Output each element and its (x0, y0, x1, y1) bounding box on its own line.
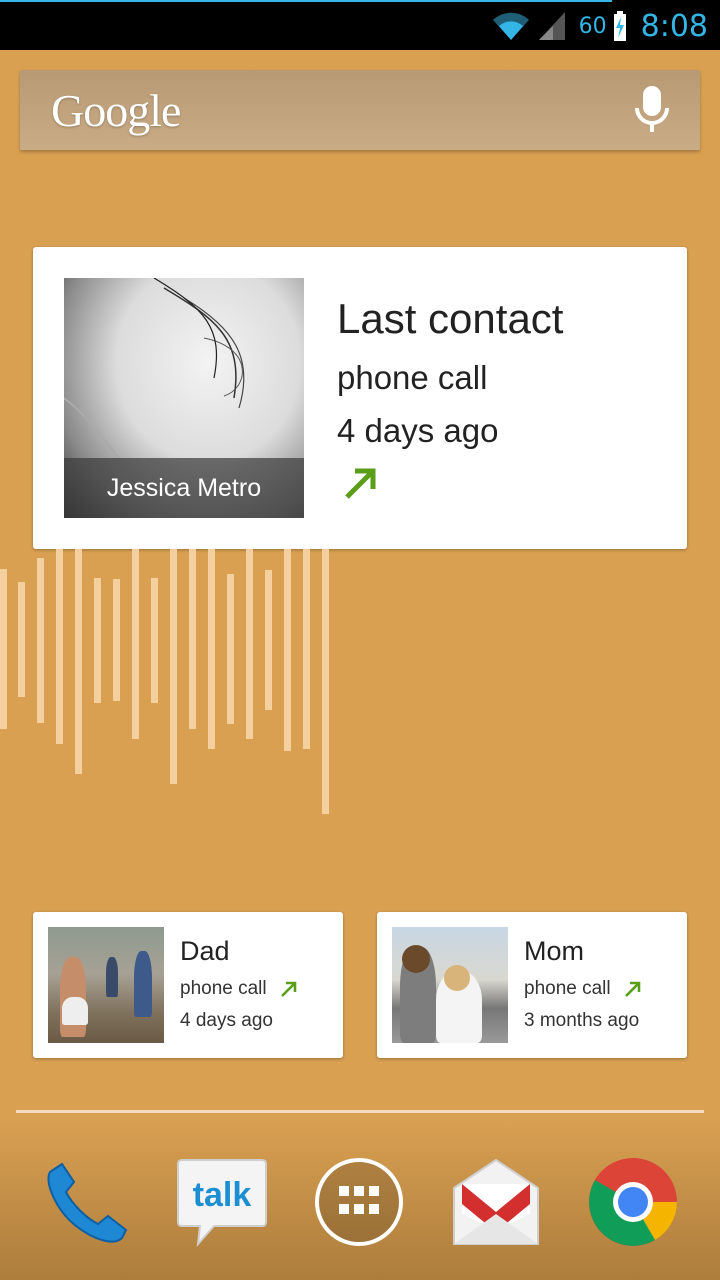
dock-divider (16, 1110, 704, 1113)
google-search-bar[interactable]: Google (20, 70, 700, 150)
photo-figure (402, 945, 430, 973)
clock: 8:08 (640, 8, 708, 44)
wallpaper-bar (113, 579, 120, 701)
talk-icon[interactable]: talk (174, 1154, 270, 1250)
contact-method: phone call (524, 978, 642, 1000)
wallpaper-bar (265, 570, 272, 710)
wallpaper-bar (75, 549, 82, 774)
wallpaper-bar (0, 569, 7, 729)
contact-method-text: phone call (180, 978, 267, 999)
wallpaper-bar (132, 549, 139, 739)
notification-indicator-line (0, 0, 612, 2)
gmail-icon[interactable] (448, 1154, 544, 1250)
contact-photo[interactable] (392, 927, 508, 1043)
talk-label: talk (193, 1176, 252, 1214)
mic-icon[interactable] (634, 86, 670, 134)
wallpaper-bar (94, 578, 101, 703)
wifi-icon (492, 12, 529, 40)
photo-figure (134, 951, 152, 1017)
wallpaper-bar (246, 549, 253, 739)
contact-name-overlay: Jessica Metro (64, 458, 304, 518)
contact-time: 4 days ago (337, 412, 499, 449)
wallpaper-bar (170, 549, 177, 784)
photo-figure (444, 965, 470, 991)
wallpaper-bar (18, 582, 25, 697)
contact-time: 4 days ago (180, 1010, 273, 1031)
outgoing-call-arrow-icon (624, 981, 641, 997)
outgoing-call-arrow-icon (345, 468, 376, 499)
wallpaper-bar (303, 549, 310, 749)
photo-figure (62, 997, 88, 1025)
last-contact-card[interactable]: Jessica Metro Last contact phone call 4 … (33, 247, 687, 549)
contact-method-text: phone call (524, 978, 611, 999)
wallpaper-bars (0, 549, 340, 819)
wallpaper-bar (284, 549, 291, 751)
status-bar: 60 8:08 (0, 0, 720, 50)
card-title: Last contact (337, 295, 564, 342)
contact-method: phone call (180, 978, 298, 1000)
chrome-icon[interactable] (585, 1154, 681, 1250)
google-logo: Google (51, 85, 181, 136)
contact-name: Dad (180, 936, 230, 966)
battery-charging-icon (613, 11, 626, 41)
photo-figure (106, 957, 118, 997)
wallpaper-bar (189, 549, 196, 729)
contact-time: 3 months ago (524, 1010, 640, 1031)
contact-photo[interactable]: Jessica Metro (64, 278, 304, 518)
wallpaper-bar (37, 558, 44, 723)
phone-icon[interactable] (36, 1154, 132, 1250)
contact-card-dad[interactable]: Dad phone call 4 days ago (33, 912, 343, 1058)
status-icons: 60 8:08 (491, 6, 708, 46)
contact-method: phone call (337, 359, 488, 396)
wallpaper-bar (208, 549, 215, 749)
wallpaper-bar (227, 574, 234, 724)
app-drawer-icon[interactable] (311, 1154, 407, 1250)
wallpaper-bar (151, 578, 158, 703)
contact-name: Mom (524, 936, 584, 966)
wallpaper-bar (322, 549, 329, 814)
outgoing-call-arrow-icon (280, 981, 297, 997)
battery-percent: 60 (578, 13, 607, 39)
contact-photo[interactable] (48, 927, 164, 1043)
contact-card-mom[interactable]: Mom phone call 3 months ago (377, 912, 687, 1058)
wallpaper-bar (56, 549, 63, 744)
dock: talk (0, 1118, 720, 1280)
signal-icon (538, 12, 565, 40)
